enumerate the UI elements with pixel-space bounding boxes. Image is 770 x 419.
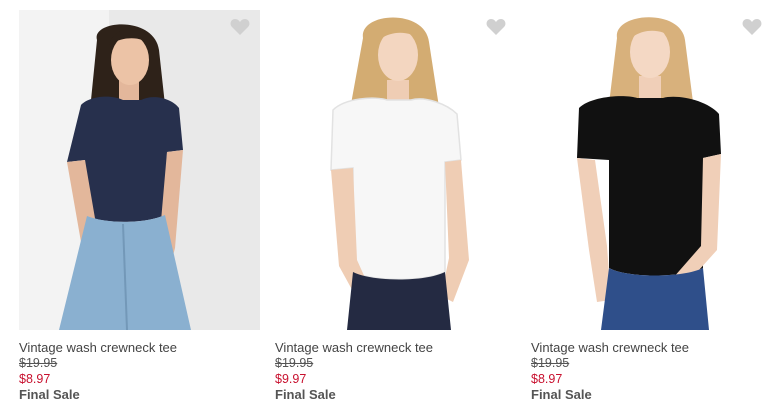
product-info: Vintage wash crewneck tee $19.95 $9.97 F… <box>275 340 516 403</box>
product-card: Vintage wash crewneck tee $19.95 $8.97 F… <box>19 10 260 410</box>
product-card: Vintage wash crewneck tee $19.95 $9.97 F… <box>275 10 516 410</box>
original-price: $19.95 <box>275 356 314 370</box>
original-price: $19.95 <box>531 356 570 370</box>
final-sale-badge: Final Sale <box>531 387 592 402</box>
sale-price: $8.97 <box>19 372 51 386</box>
final-sale-badge: Final Sale <box>19 387 80 402</box>
final-sale-badge: Final Sale <box>275 387 336 402</box>
product-title-link[interactable]: Vintage wash crewneck tee <box>531 340 770 356</box>
product-title-link[interactable]: Vintage wash crewneck tee <box>19 340 260 356</box>
product-image[interactable] <box>275 10 516 330</box>
product-image[interactable] <box>531 10 770 330</box>
sale-price: $9.97 <box>275 372 307 386</box>
favorite-heart-icon[interactable] <box>486 18 506 36</box>
sale-price: $8.97 <box>531 372 563 386</box>
product-info: Vintage wash crewneck tee $19.95 $8.97 F… <box>19 340 260 403</box>
favorite-heart-icon[interactable] <box>742 18 762 36</box>
original-price: $19.95 <box>19 356 58 370</box>
favorite-heart-icon[interactable] <box>230 18 250 36</box>
product-info: Vintage wash crewneck tee $19.95 $8.97 F… <box>531 340 770 403</box>
product-card: Vintage wash crewneck tee $19.95 $8.97 F… <box>531 10 770 410</box>
product-image[interactable] <box>19 10 260 330</box>
product-grid: Vintage wash crewneck tee $19.95 $8.97 F… <box>0 0 770 419</box>
product-title-link[interactable]: Vintage wash crewneck tee <box>275 340 516 356</box>
